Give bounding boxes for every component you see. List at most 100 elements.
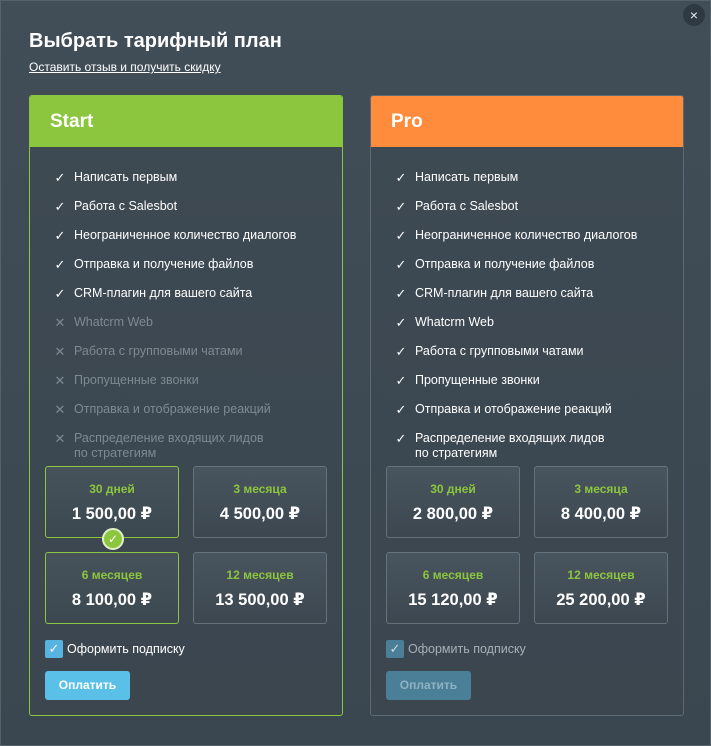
feature-item: ✓ Распределение входящих лидов по стратеги… <box>394 431 673 465</box>
subscribe-label: Оформить подписку <box>408 642 526 656</box>
cross-icon: ✕ <box>54 373 66 388</box>
feature-label: Неограниченное количество диалогов <box>74 228 297 242</box>
feature-item: ✓ Работа с Salesbot <box>394 199 673 228</box>
feature-item: ✓ CRM-плагин для вашего сайта <box>53 286 332 315</box>
check-icon: ✓ <box>395 199 407 214</box>
price-amount: 8 100,00 ₽ <box>71 591 153 609</box>
check-icon: ✓ <box>395 402 407 417</box>
cross-icon: ✕ <box>54 344 66 359</box>
price-amount: 2 800,00 ₽ <box>412 505 494 523</box>
feature-label: Пропущенные звонки <box>415 373 540 387</box>
price-duration: 6 месяцев <box>81 568 143 582</box>
feature-item: ✓ Отправка и получение файлов <box>53 257 332 286</box>
feature-label: Распределение входящих лидов <box>74 431 264 445</box>
feature-item: ✓ Написать первым <box>394 170 673 199</box>
price-option-12-months[interactable]: 12 месяцев 13 500,00 ₽ <box>193 552 327 624</box>
check-icon: ✓ <box>54 199 66 214</box>
price-options-start: 30 дней 1 500,00 ₽ ✓ 3 месяца 4 500,00 ₽… <box>45 466 327 626</box>
feature-item: ✓ Написать первым <box>53 170 332 199</box>
feature-label-line2: по стратегиям <box>74 446 157 460</box>
feature-label: Whatcrm Web <box>74 315 153 329</box>
cross-icon: ✕ <box>54 315 66 330</box>
price-duration: 30 дней <box>430 482 476 496</box>
feature-label: Отправка и отображение реакций <box>415 402 612 416</box>
close-icon[interactable]: × <box>683 4 705 26</box>
price-options-pro: 30 дней 2 800,00 ₽ 3 месяца 8 400,00 ₽ 6… <box>386 466 668 626</box>
feature-label: Написать первым <box>74 170 178 184</box>
pay-button-pro[interactable]: Оплатить <box>386 671 471 700</box>
price-option-6-months[interactable]: 6 месяцев 8 100,00 ₽ <box>45 552 179 624</box>
feature-label: Написать первым <box>415 170 519 184</box>
feature-item: ✕ Пропущенные звонки <box>53 373 332 402</box>
checkbox-checked-icon[interactable]: ✓ <box>386 640 404 658</box>
price-amount: 8 400,00 ₽ <box>560 505 642 523</box>
price-option-30-days[interactable]: 30 дней 1 500,00 ₽ ✓ <box>45 466 179 550</box>
feature-item: ✕ Whatcrm Web <box>53 315 332 344</box>
price-amount: 4 500,00 ₽ <box>219 505 301 523</box>
check-icon: ✓ <box>395 170 407 185</box>
check-icon: ✓ <box>54 170 66 185</box>
price-duration: 3 месяца <box>574 482 628 496</box>
feature-item: ✓ CRM-плагин для вашего сайта <box>394 286 673 315</box>
feature-label: Отправка и получение файлов <box>415 257 595 271</box>
feature-label: Работа с групповыми чатами <box>74 344 243 358</box>
feature-label: Неограниченное количество диалогов <box>415 228 638 242</box>
price-amount: 25 200,00 ₽ <box>556 591 646 609</box>
feature-label: Пропущенные звонки <box>74 373 199 387</box>
feature-item: ✕ Распределение входящих лидов по стратеги… <box>53 431 332 465</box>
check-icon: ✓ <box>395 344 407 359</box>
feature-label: Отправка и отображение реакций <box>74 402 271 416</box>
price-amount: 15 120,00 ₽ <box>408 591 498 609</box>
feature-item: ✓ Whatcrm Web <box>394 315 673 344</box>
feature-item: ✓ Неограниченное количество диалогов <box>53 228 332 257</box>
modal-title: Выбрать тарифный план <box>29 30 282 52</box>
check-icon: ✓ <box>54 228 66 243</box>
plan-card-pro: Pro ✓ Написать первым ✓ Работа с Salesbot ✓ Н… <box>370 95 684 716</box>
feature-label: Работа с Salesbot <box>74 199 178 213</box>
price-option-3-months[interactable]: 3 месяца 4 500,00 ₽ <box>193 466 327 538</box>
check-icon: ✓ <box>395 315 407 330</box>
check-icon: ✓ <box>395 257 407 272</box>
feature-label-line2: по стратегиям <box>415 446 498 460</box>
check-icon: ✓ <box>395 373 407 388</box>
feature-label: Распределение входящих лидов <box>415 431 605 445</box>
feature-item: ✕ Отправка и отображение реакций <box>53 402 332 431</box>
plan-header-start: Start <box>30 96 342 147</box>
pay-button-start[interactable]: Оплатить <box>45 671 130 700</box>
cross-icon: ✕ <box>54 402 66 417</box>
check-icon: ✓ <box>395 431 407 446</box>
plan-header-pro: Pro <box>371 96 683 147</box>
price-option-3-months[interactable]: 3 месяца 8 400,00 ₽ <box>534 466 668 538</box>
feature-label: Отправка и получение файлов <box>74 257 254 271</box>
feature-list-start: ✓ Написать первым ✓ Работа с Salesbot ✓ Неогр… <box>53 170 332 465</box>
feature-item: ✓ Работа с групповыми чатами <box>394 344 673 373</box>
tariff-modal: × Выбрать тарифный план Оставить отзыв и… <box>0 0 711 746</box>
feedback-discount-link[interactable]: Оставить отзыв и получить скидку <box>29 60 221 74</box>
subscribe-label: Оформить подписку <box>67 642 185 656</box>
price-option-30-days[interactable]: 30 дней 2 800,00 ₽ <box>386 466 520 538</box>
price-duration: 6 месяцев <box>422 568 484 582</box>
price-option-6-months[interactable]: 6 месяцев 15 120,00 ₽ <box>386 552 520 624</box>
price-duration: 12 месяцев <box>226 568 294 582</box>
price-option-12-months[interactable]: 12 месяцев 25 200,00 ₽ <box>534 552 668 624</box>
price-duration: 12 месяцев <box>567 568 635 582</box>
feature-item: ✓ Отправка и получение файлов <box>394 257 673 286</box>
price-amount: 13 500,00 ₽ <box>215 591 305 609</box>
check-icon: ✓ <box>54 286 66 301</box>
feature-item: ✕ Работа с групповыми чатами <box>53 344 332 373</box>
subscribe-checkbox-pro[interactable]: ✓ Оформить подписку <box>386 640 526 658</box>
cross-icon: ✕ <box>54 431 66 446</box>
feature-label: Работа с групповыми чатами <box>415 344 584 358</box>
subscribe-checkbox-start[interactable]: ✓ Оформить подписку <box>45 640 185 658</box>
feature-item: ✓ Пропущенные звонки <box>394 373 673 402</box>
check-icon: ✓ <box>395 228 407 243</box>
plan-card-start: Start ✓ Написать первым ✓ Работа с Salesbot… <box>29 95 343 716</box>
feature-label: CRM-плагин для вашего сайта <box>415 286 594 300</box>
checkbox-checked-icon[interactable]: ✓ <box>45 640 63 658</box>
feature-item: ✓ Отправка и отображение реакций <box>394 402 673 431</box>
feature-item: ✓ Неограниченное количество диалогов <box>394 228 673 257</box>
feature-item: ✓ Работа с Salesbot <box>53 199 332 228</box>
price-duration: 3 месяца <box>233 482 287 496</box>
check-icon: ✓ <box>54 257 66 272</box>
selected-check-icon: ✓ <box>102 528 124 550</box>
